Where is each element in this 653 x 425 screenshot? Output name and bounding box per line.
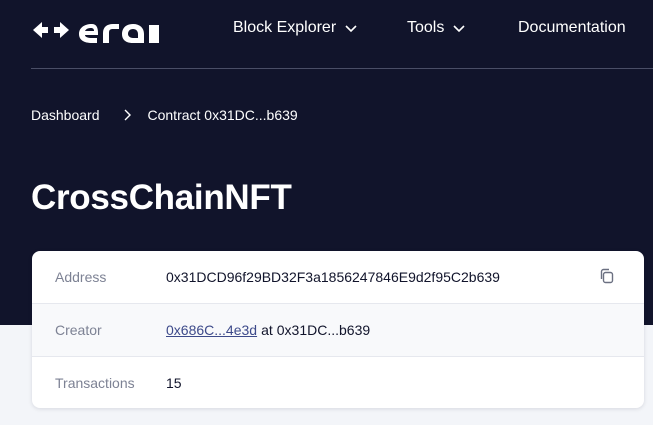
contract-info-card: Address 0x31DCD96f29BD32F3a1856247846E9d… xyxy=(32,251,644,408)
main-nav: Block Explorer Tools Documentation xyxy=(0,19,653,43)
creator-at-text: at xyxy=(261,322,273,338)
creator-tx: 0x31DC...b639 xyxy=(276,322,371,338)
breadcrumb: Dashboard Contract 0x31DC...b639 xyxy=(31,107,298,123)
nav-label: Block Explorer xyxy=(233,19,337,36)
header-divider xyxy=(31,68,653,69)
transactions-row: Transactions 15 xyxy=(32,357,644,408)
nav-tools[interactable]: Tools xyxy=(407,19,466,37)
nav-block-explorer[interactable]: Block Explorer xyxy=(233,19,358,37)
creator-address-link[interactable]: 0x686C...4e3d xyxy=(166,322,257,338)
transactions-value: 15 xyxy=(166,375,182,391)
nav-label: Tools xyxy=(407,19,445,36)
chevron-down-icon xyxy=(345,25,357,33)
page-title: CrossChainNFT xyxy=(31,178,292,217)
address-value: 0x31DCD96f29BD32F3a1856247846E9d2f95C2b6… xyxy=(166,269,500,285)
address-label: Address xyxy=(55,269,107,285)
breadcrumb-contract: Contract 0x31DC...b639 xyxy=(147,107,298,123)
chevron-down-icon xyxy=(453,25,465,33)
chevron-right-icon xyxy=(124,109,131,121)
copy-icon[interactable] xyxy=(598,267,616,285)
transactions-label: Transactions xyxy=(55,375,135,391)
address-row: Address 0x31DCD96f29BD32F3a1856247846E9d… xyxy=(32,251,644,303)
breadcrumb-dashboard[interactable]: Dashboard xyxy=(31,107,100,123)
nav-documentation[interactable]: Documentation xyxy=(518,19,626,37)
creator-value: 0x686C...4e3d at 0x31DC...b639 xyxy=(166,322,370,338)
creator-label: Creator xyxy=(55,322,102,338)
creator-row: Creator 0x686C...4e3d at 0x31DC...b639 xyxy=(32,304,644,356)
nav-label: Documentation xyxy=(518,19,626,36)
